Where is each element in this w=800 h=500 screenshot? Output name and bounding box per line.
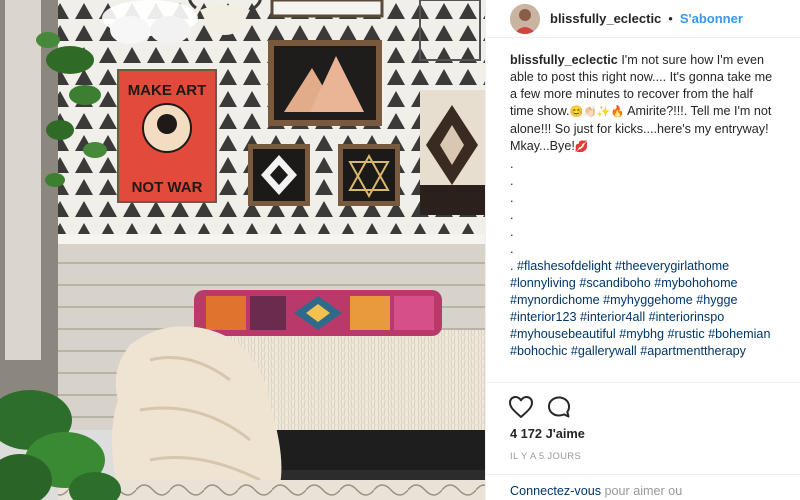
top-frame — [270, 0, 384, 18]
hashtag-link[interactable]: #interior4all — [580, 310, 645, 324]
triangle-wallpaper — [0, 0, 485, 240]
mountain-art-frame — [268, 40, 382, 126]
hashtag-link[interactable]: #scandiboho — [579, 276, 650, 290]
post-header: blissfully_eclectic • S'abonner — [486, 0, 800, 38]
post-timestamp[interactable]: IL Y A 5 JOURS — [510, 451, 581, 462]
hashtag-link[interactable]: #interior123 — [510, 310, 577, 324]
hashtag-link[interactable]: #hygge — [696, 293, 737, 307]
caption: blissfully_eclectic I'm not sure how I'm… — [510, 52, 780, 382]
poster-text-top: MAKE ART — [128, 82, 207, 99]
hashtag-link[interactable]: #interiorinspo — [649, 310, 725, 324]
hashtag-link[interactable]: #myhyggehome — [603, 293, 693, 307]
hashtag-link[interactable]: #gallerywall — [571, 344, 637, 358]
post-photo[interactable]: MAKE ART NOT WAR — [0, 0, 485, 500]
hashtag-link[interactable]: #mybohohome — [654, 276, 737, 290]
caption-dot: . — [510, 157, 514, 171]
tags-prefix: . — [510, 259, 517, 273]
hashtag-link[interactable]: #mynordichome — [510, 293, 600, 307]
post-details-panel: blissfully_eclectic • S'abonner blissful… — [485, 0, 800, 500]
hashtag-link[interactable]: #apartmenttherapy — [640, 344, 746, 358]
avatar[interactable] — [510, 3, 540, 34]
hashtag-link[interactable]: #flashesofdelight — [517, 259, 612, 273]
heart-icon[interactable] — [508, 395, 534, 419]
login-prompt: Connectez-vous pour aimer ou — [486, 474, 800, 500]
hashtag-link[interactable]: #lonnyliving — [510, 276, 576, 290]
caption-dot: . — [510, 242, 514, 256]
login-prompt-text: pour aimer ou — [601, 484, 683, 498]
caption-dot: . — [510, 191, 514, 205]
like-count[interactable]: 4 172 J'aime — [510, 426, 585, 441]
geometric-art-frame — [248, 144, 310, 206]
hashtag-link[interactable]: #rustic — [668, 327, 705, 341]
caption-username[interactable]: blissfully_eclectic — [510, 53, 618, 67]
caption-dot: . — [510, 174, 514, 188]
make-art-poster: MAKE ART NOT WAR — [117, 69, 217, 203]
comment-bubble-icon[interactable] — [546, 395, 572, 419]
poster-text-bottom: NOT WAR — [132, 179, 203, 196]
header-username[interactable]: blissfully_eclectic — [550, 11, 661, 26]
caption-dot: . — [510, 225, 514, 239]
hashtag-link[interactable]: #bohemian — [708, 327, 770, 341]
entryway-photo: MAKE ART NOT WAR — [0, 0, 485, 500]
header-separator: • — [668, 11, 673, 26]
gold-triangle-art — [338, 144, 400, 206]
woven-wall-hanging — [420, 90, 485, 215]
hashtag-link[interactable]: #theeverygirlathome — [615, 259, 729, 273]
caption-dot: . — [510, 208, 514, 222]
login-link[interactable]: Connectez-vous — [510, 484, 601, 498]
hashtag-link[interactable]: #myhousebeautiful — [510, 327, 616, 341]
hashtag-list: . #flashesofdelight #theeverygirlathome … — [510, 258, 780, 360]
kilim-pillow — [194, 290, 442, 336]
follow-button[interactable]: S'abonner — [680, 11, 743, 26]
action-bar — [486, 382, 800, 430]
hashtag-link[interactable]: #mybhg — [619, 327, 664, 341]
caption-emoji-2: 💋 — [574, 141, 589, 153]
hashtag-link[interactable]: #bohochic — [510, 344, 567, 358]
patterned-floor — [58, 480, 485, 500]
caption-emoji-1: 😊👏🏻✨🔥 — [569, 106, 625, 118]
